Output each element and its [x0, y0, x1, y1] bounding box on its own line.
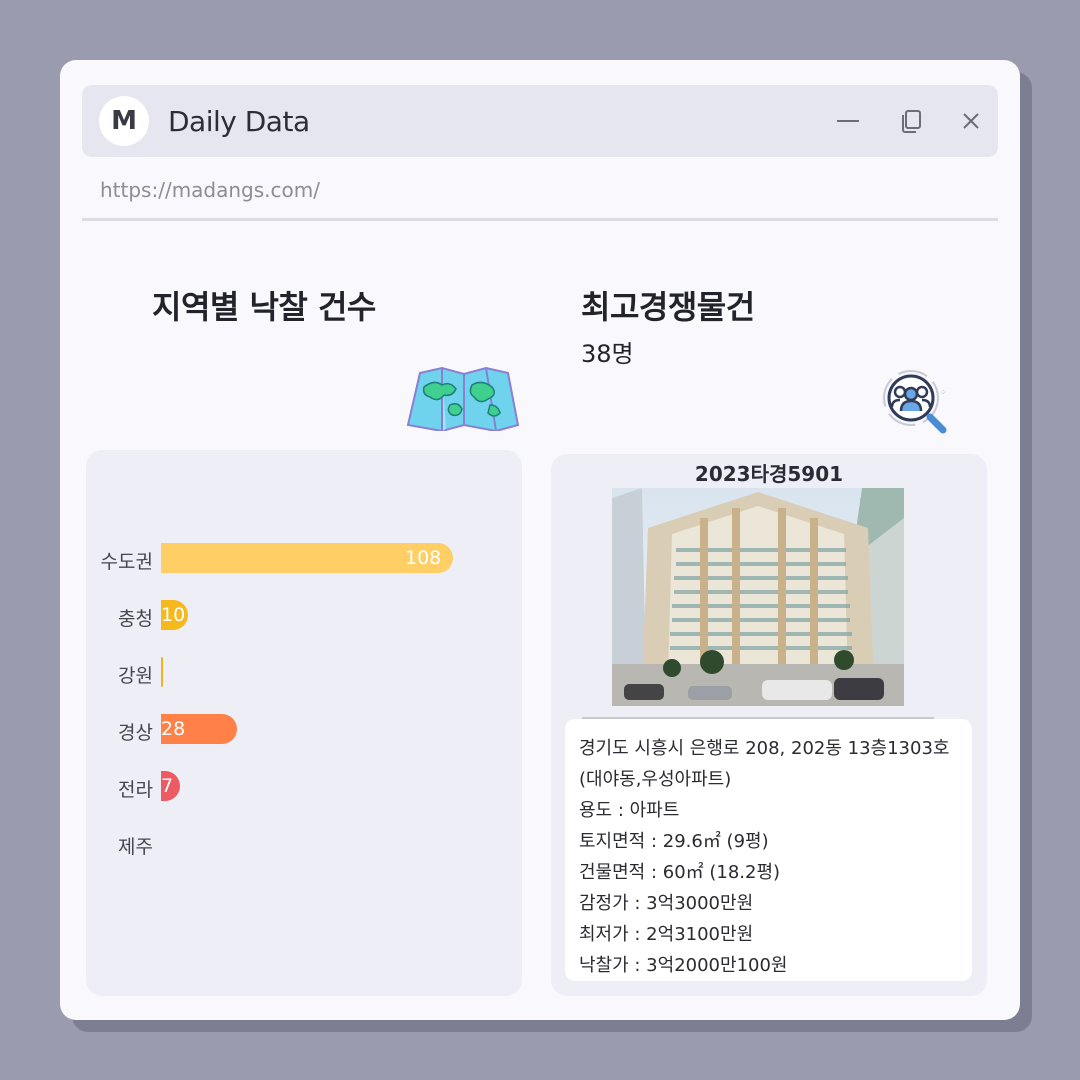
restore-icon — [902, 110, 921, 133]
top-competition-heading: 최고경쟁물건 — [581, 288, 755, 326]
property-address: 경기도 시흥시 은행로 208, 202동 13층1303호 — [579, 738, 950, 759]
case-number[interactable]: 2023타경5901 — [551, 458, 987, 487]
property-usage: 용도 : 아파트 — [579, 800, 680, 821]
close-button[interactable] — [955, 105, 987, 137]
title-bar: M Daily Data — [82, 85, 998, 157]
app-logo: M — [99, 96, 149, 146]
property-complex: (대야동,우성아파트) — [579, 769, 732, 790]
property-land-area: 토지면적 : 29.6㎡ (9평) — [579, 831, 769, 852]
bar-value: 28 — [161, 718, 186, 740]
restore-button[interactable] — [895, 105, 927, 137]
minimize-button[interactable] — [832, 105, 864, 137]
regional-bids-heading: 지역별 낙찰 건수 — [152, 288, 376, 326]
map-icon — [406, 366, 520, 431]
property-winning-bid: 낙찰가 : 3억2000만100원 — [579, 955, 788, 976]
property-info: 경기도 시흥시 은행로 208, 202동 13층1303호 (대야동,우성아파… — [565, 719, 972, 981]
url-bar[interactable]: https://madangs.com/ — [100, 178, 320, 202]
bar-label: 수도권 — [100, 551, 153, 573]
window-card: M Daily Data https://madangs.com/ 지역별 낙찰… — [60, 60, 1020, 1020]
property-appraisal: 감정가 : 3억3000만원 — [579, 893, 754, 914]
bar-label: 충청 — [118, 608, 153, 630]
property-minimum: 최저가 : 2억3100만원 — [579, 924, 754, 945]
people-search-icon: ⁘ — [883, 370, 947, 434]
bar-value: 10 — [161, 604, 186, 626]
top-competition-value: 38명 — [581, 340, 634, 368]
bar-label: 전라 — [118, 779, 153, 801]
svg-text:⁘: ⁘ — [940, 388, 947, 397]
bar — [161, 657, 163, 687]
property-photo — [612, 488, 904, 706]
divider — [82, 218, 998, 221]
bar-label: 강원 — [118, 665, 153, 687]
bar-label: 제주 — [118, 836, 153, 858]
close-icon — [963, 113, 979, 129]
app-title: Daily Data — [168, 105, 310, 138]
bar-value: 108 — [405, 547, 442, 569]
bar-label: 경상 — [118, 722, 153, 744]
minimize-icon — [837, 120, 859, 122]
bar-value: 7 — [161, 775, 174, 797]
property-building-area: 건물면적 : 60㎡ (18.2평) — [579, 862, 781, 883]
